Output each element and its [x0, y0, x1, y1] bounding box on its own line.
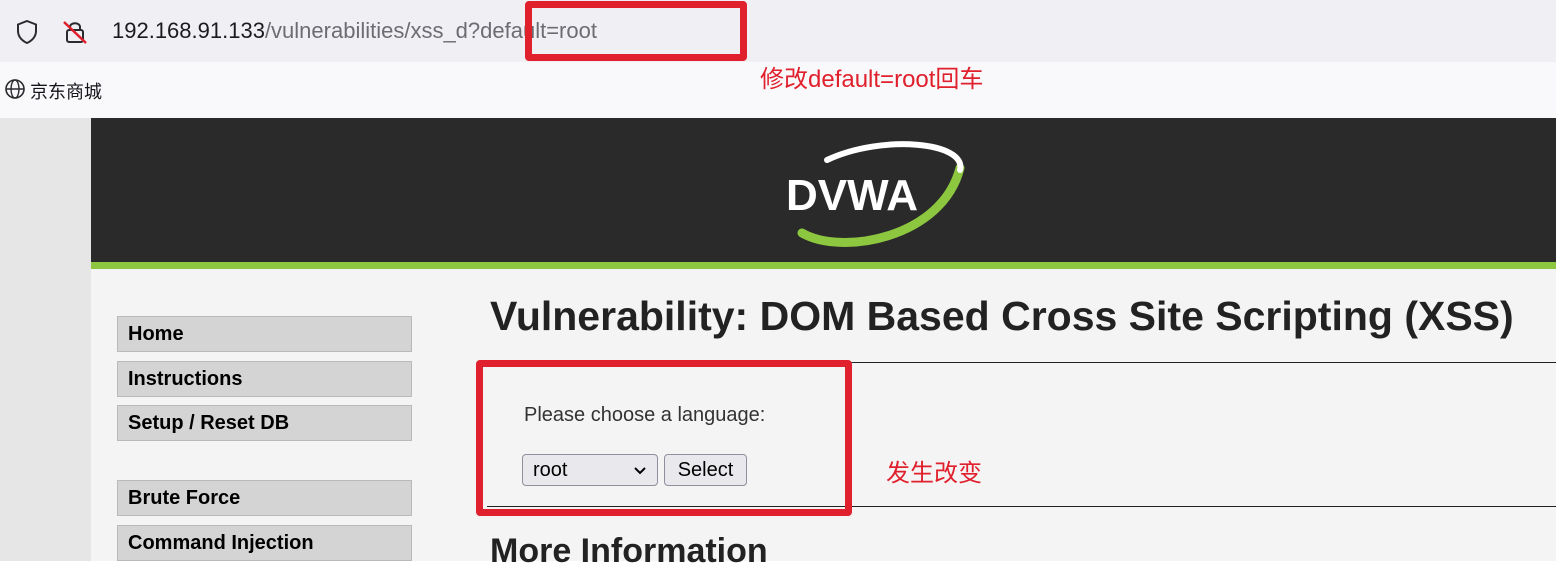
bookmark-jd[interactable]: 京东商城 [4, 78, 102, 105]
sidebar-item-brute-force[interactable]: Brute Force [117, 480, 412, 516]
more-info-heading: More Information [490, 532, 768, 570]
header-accent-bar [91, 262, 1556, 269]
url-path: /vulnerabilities/xss_d [264, 18, 468, 43]
sidebar-item-label: Command Injection [128, 531, 314, 554]
url-bar[interactable]: 192.168.91.133/vulnerabilities/xss_d?def… [0, 0, 1556, 62]
sidebar-item-label: Brute Force [128, 486, 241, 509]
form-annotation-box [476, 360, 852, 516]
logo-text: DVWA [786, 171, 918, 220]
insecure-lock-icon[interactable] [62, 20, 88, 49]
bookmark-label: 京东商城 [30, 82, 102, 102]
url-annotation-box [525, 1, 747, 61]
sidebar-item-home[interactable]: Home [117, 316, 412, 352]
sidebar-item-command-injection[interactable]: Command Injection [117, 525, 412, 561]
sidebar-item-setup[interactable]: Setup / Reset DB [117, 405, 412, 441]
dvwa-logo[interactable]: DVWA [772, 138, 972, 253]
url-annotation-text: 修改default=root回车 [760, 66, 984, 93]
sidebar-item-label: Home [128, 322, 184, 345]
sidebar-item-label: Instructions [128, 367, 243, 390]
globe-icon [4, 78, 26, 105]
sidebar-item-label: Setup / Reset DB [128, 411, 290, 434]
sidebar-item-instructions[interactable]: Instructions [117, 361, 412, 397]
form-annotation-text: 发生改变 [886, 460, 982, 487]
shield-icon[interactable] [16, 19, 38, 49]
page-margin [0, 118, 91, 561]
url-host: 192.168.91.133 [112, 18, 265, 43]
page-title: Vulnerability: DOM Based Cross Site Scri… [490, 293, 1514, 339]
